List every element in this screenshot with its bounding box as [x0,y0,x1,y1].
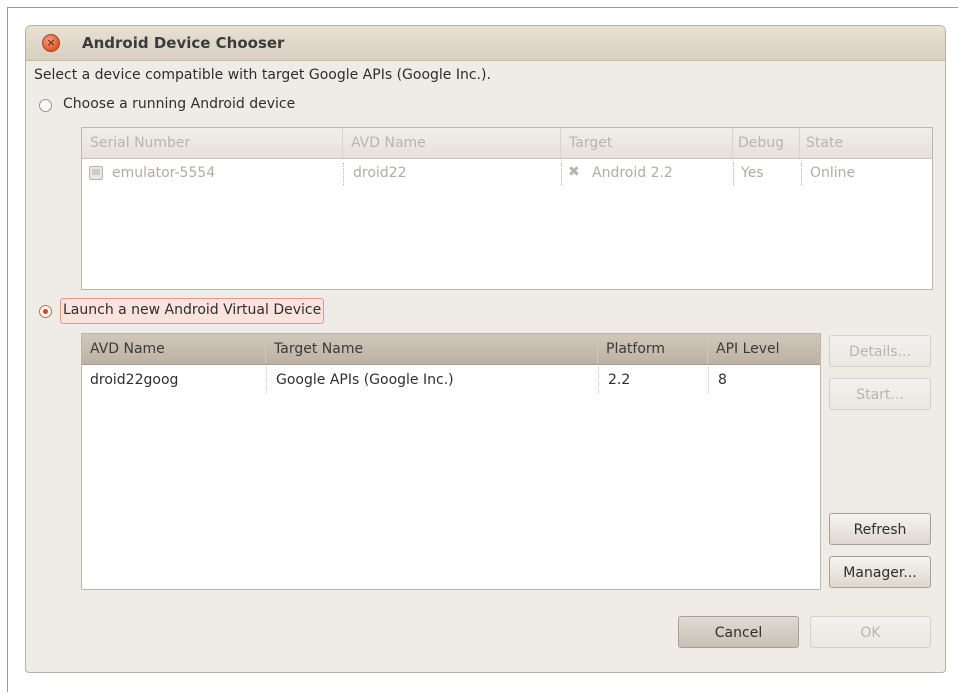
manager-button[interactable]: Manager... [829,556,931,588]
col-target[interactable]: Target [561,128,733,158]
cell-serial: emulator-5554 [112,165,216,181]
cancel-button[interactable]: Cancel [678,616,799,648]
avd-table-header: AVD Name Target Name Platform API Level [82,334,820,365]
col-serial-number[interactable]: Serial Number [82,128,343,158]
launch-avd-radio[interactable] [39,305,52,318]
cell-target: Android 2.2 [592,165,673,181]
table-row[interactable]: droid22goog Google APIs (Google Inc.) 2.… [82,365,820,395]
title-bar: × Android Device Chooser [26,26,945,61]
running-devices-table: Serial Number AVD Name Target Debug Stat… [81,127,933,290]
close-icon[interactable]: × [42,34,60,52]
device-chooser-dialog: × Android Device Chooser Select a device… [25,25,946,673]
running-devices-header: Serial Number AVD Name Target Debug Stat… [82,128,932,159]
running-device-radio[interactable] [39,99,52,112]
col-state[interactable]: State [800,128,932,158]
cell-api-level: 8 [718,372,727,388]
cell-avd-name: droid22goog [90,372,179,388]
running-device-label[interactable]: Choose a running Android device [63,96,295,112]
cell-debug: Yes [741,165,764,181]
column-divider [266,367,267,393]
col-avd-name[interactable]: AVD Name [343,128,561,158]
cell-avd-name: droid22 [353,165,407,181]
column-divider [561,163,562,185]
dialog-title: Android Device Chooser [82,34,285,52]
col-platform[interactable]: Platform [598,334,708,364]
cell-platform: 2.2 [608,372,631,388]
x-mark-icon: ✖ [568,164,580,180]
col-target-name[interactable]: Target Name [266,334,598,364]
col-debug[interactable]: Debug [733,128,800,158]
refresh-button[interactable]: Refresh [829,513,931,545]
table-row[interactable]: emulator-5554 droid22 ✖ Android 2.2 Yes … [82,159,932,187]
avd-table: AVD Name Target Name Platform API Level … [81,333,821,590]
prompt-text: Select a device compatible with target G… [34,67,491,83]
cell-state: Online [810,165,856,181]
device-monitor-icon [89,166,103,180]
column-divider [598,367,599,393]
ok-button[interactable]: OK [810,616,931,648]
cell-target-name: Google APIs (Google Inc.) [276,372,454,388]
col-api-level[interactable]: API Level [708,334,820,364]
column-divider [343,163,344,185]
column-divider [708,367,709,393]
launch-avd-label[interactable]: Launch a new Android Virtual Device [60,298,325,324]
col-avd-name[interactable]: AVD Name [82,334,266,364]
start-button[interactable]: Start... [829,378,931,410]
details-button[interactable]: Details... [829,335,931,367]
